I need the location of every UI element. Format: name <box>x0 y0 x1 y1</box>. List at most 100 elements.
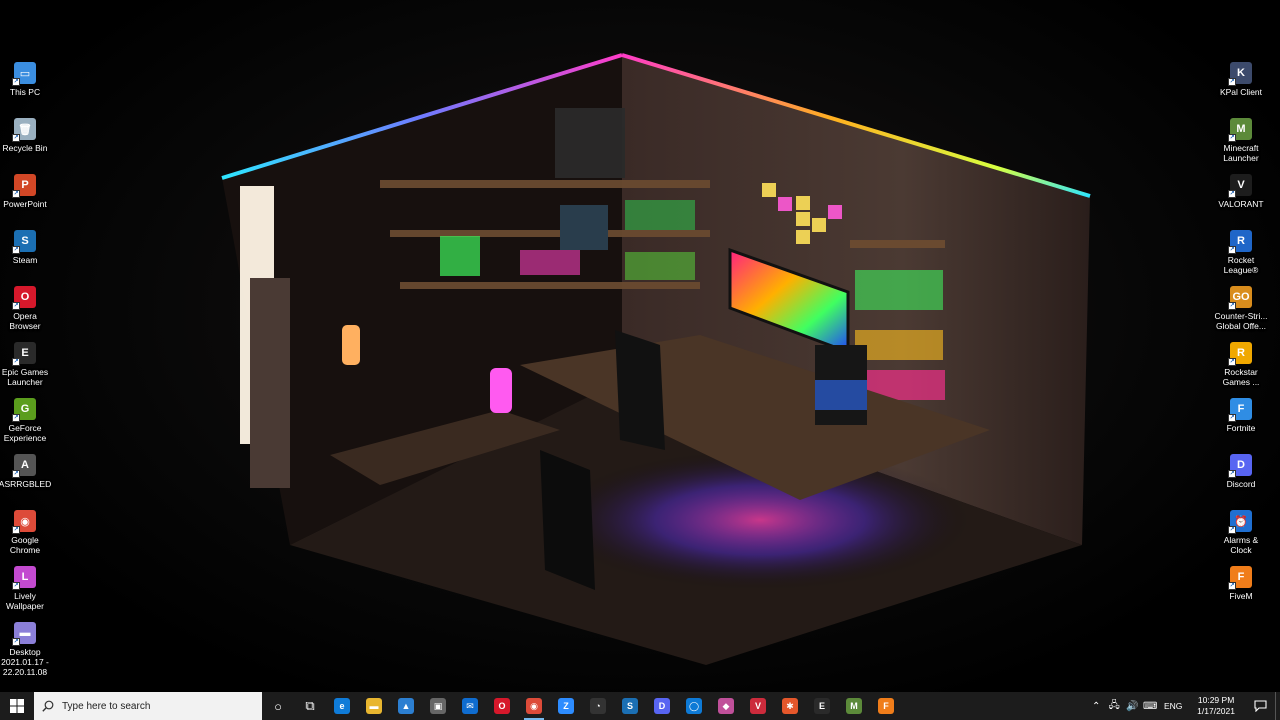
valorant-shortcut[interactable]: V ↗ VALORANT <box>1211 174 1271 209</box>
minecraft-taskbar-button[interactable]: M <box>838 692 870 720</box>
counter-strike-shortcut[interactable]: GO ↗ Counter-Stri... Global Offe... <box>1211 286 1271 331</box>
fivem-shortcut[interactable]: F ↗ FiveM <box>1211 566 1271 601</box>
asrrgbled-shortcut[interactable]: A ↗ ASRRGBLED <box>0 454 55 489</box>
system-tray: ⌃ 🖧 🔊 ⌨ ENG 10:29 PM 1/17/2021 <box>1087 692 1280 720</box>
taskbar-clock[interactable]: 10:29 PM 1/17/2021 <box>1197 695 1235 717</box>
show-desktop-button[interactable] <box>1275 692 1280 720</box>
shortcut-arrow-icon: ↗ <box>12 190 20 198</box>
taskbar: Type here to search ○ ⧉ e ▬ ▲ ▣ ✉ O ◉ Z ◔ S D ◯ ◆ V ✱ E M F… <box>0 692 1280 720</box>
fivem-taskbar-button[interactable]: F <box>870 692 902 720</box>
desktop-screenshot-shortcut[interactable]: ▬ ↗ Desktop 2021.01.17 - 22.20.11.08 <box>0 622 55 677</box>
photos-taskbar-button[interactable]: ▲ <box>390 692 422 720</box>
desktop-icon-label: Rocket League® <box>1223 255 1259 275</box>
chrome-taskbar-icon: ◉ <box>526 698 542 714</box>
desktop-icon-label: This PC <box>9 87 41 97</box>
shortcut-arrow-icon: ↗ <box>12 526 20 534</box>
minecraft-launcher-icon: M ↗ <box>1228 118 1252 142</box>
rocket-league-shortcut[interactable]: R ↗ Rocket League® <box>1211 230 1271 275</box>
minecraft-launcher-shortcut[interactable]: M ↗ Minecraft Launcher <box>1211 118 1271 163</box>
opera-taskbar-button[interactable]: O <box>486 692 518 720</box>
cortana-taskbar-icon: ○ <box>274 698 282 714</box>
discord-taskbar-icon: D <box>654 698 670 714</box>
shortcut-arrow-icon: ↗ <box>12 470 20 478</box>
volume-icon[interactable]: 🔊 <box>1123 692 1141 720</box>
zoom-taskbar-button[interactable]: Z <box>550 692 582 720</box>
geforce-experience-shortcut[interactable]: G ↗ GeForce Experience <box>0 398 55 443</box>
file-explorer-taskbar-button[interactable]: ▬ <box>358 692 390 720</box>
discord-shortcut[interactable]: D ↗ Discord <box>1211 454 1271 489</box>
alarms-clock-shortcut[interactable]: ⏰ ↗ Alarms & Clock <box>1211 510 1271 555</box>
alarms-clock-icon: ⏰ ↗ <box>1228 510 1252 534</box>
pinwheel-taskbar-button[interactable]: ✱ <box>774 692 806 720</box>
discord-icon: D ↗ <box>1228 454 1252 478</box>
desktop-icon-label: Alarms & Clock <box>1223 535 1259 555</box>
desktop-icon-label: FiveM <box>1229 591 1253 601</box>
steam-icon: S ↗ <box>12 230 36 254</box>
desktop-icon-label: Lively Wallpaper <box>6 591 44 611</box>
google-chrome-shortcut[interactable]: ◉ ↗ Google Chrome <box>0 510 55 555</box>
mail-taskbar-button[interactable]: ✉ <box>454 692 486 720</box>
desktop-icon-label: Minecraft Launcher <box>1223 143 1259 163</box>
desktop-icon-label: KPal Client <box>1219 87 1263 97</box>
desktop-icon-label: Rockstar Games ... <box>1222 367 1260 387</box>
rockstar-games-shortcut[interactable]: R ↗ Rockstar Games ... <box>1211 342 1271 387</box>
this-pc-icon: ▭ ↗ <box>12 62 36 86</box>
shortcut-arrow-icon: ↗ <box>1228 582 1236 590</box>
shortcut-arrow-icon: ↗ <box>1228 246 1236 254</box>
rocket-league-icon: R ↗ <box>1228 230 1252 254</box>
store-taskbar-icon: ▣ <box>430 698 446 714</box>
lively-wallpaper-shortcut[interactable]: L ↗ Lively Wallpaper <box>0 566 55 611</box>
kpal-client-shortcut[interactable]: K ↗ KPal Client <box>1211 62 1271 97</box>
shortcut-arrow-icon: ↗ <box>1228 134 1236 142</box>
steam-taskbar-button[interactable]: S <box>614 692 646 720</box>
windows-logo-icon <box>10 699 24 713</box>
powerpoint-shortcut[interactable]: P ↗ PowerPoint <box>0 174 55 209</box>
steam-shortcut[interactable]: S ↗ Steam <box>0 230 55 265</box>
desktop-icon-label: Google Chrome <box>9 535 41 555</box>
language-indicator[interactable]: ENG <box>1159 692 1187 720</box>
mail-taskbar-icon: ✉ <box>462 698 478 714</box>
epic-games-shortcut[interactable]: E ↗ Epic Games Launcher <box>0 342 55 387</box>
discord-taskbar-button[interactable]: D <box>646 692 678 720</box>
drop-taskbar-button[interactable]: ◆ <box>710 692 742 720</box>
edge-taskbar-button[interactable]: e <box>326 692 358 720</box>
shortcut-arrow-icon: ↗ <box>1228 526 1236 534</box>
valorant-taskbar-button[interactable]: V <box>742 692 774 720</box>
network-icon[interactable]: 🖧 <box>1105 692 1123 720</box>
chevron-up-icon[interactable]: ⌃ <box>1087 692 1105 720</box>
recycle-bin-shortcut[interactable]: 🗑 ↗ Recycle Bin <box>0 118 55 153</box>
epic-taskbar-button[interactable]: E <box>806 692 838 720</box>
task-view-taskbar-button[interactable]: ⧉ <box>294 692 326 720</box>
fivem-icon: F ↗ <box>1228 566 1252 590</box>
desktop-icon-label: ASRRGBLED <box>0 479 52 489</box>
desktop-icon-label: VALORANT <box>1218 199 1264 209</box>
taskbar-search-box[interactable]: Type here to search <box>34 692 262 720</box>
shortcut-arrow-icon: ↗ <box>1228 190 1236 198</box>
notification-icon <box>1253 700 1267 712</box>
desktop-icon-label: Epic Games Launcher <box>1 367 49 387</box>
cortana-taskbar-button[interactable]: ○ <box>262 692 294 720</box>
speedometer-taskbar-button[interactable]: ◔ <box>582 692 614 720</box>
speedometer-taskbar-icon: ◔ <box>590 698 606 714</box>
desktop-icon-label: Opera Browser <box>9 311 41 331</box>
shortcut-arrow-icon: ↗ <box>12 302 20 310</box>
fivem-taskbar-icon: F <box>878 698 894 714</box>
epic-taskbar-icon: E <box>814 698 830 714</box>
recycle-bin-icon: 🗑 ↗ <box>12 118 36 142</box>
zoom-taskbar-icon: Z <box>558 698 574 714</box>
clock-time: 10:29 PM <box>1197 695 1235 705</box>
opera-browser-icon: O ↗ <box>12 286 36 310</box>
pinwheel-taskbar-icon: ✱ <box>782 698 798 714</box>
epic-games-icon: E ↗ <box>12 342 36 366</box>
cortana-ring-taskbar-button[interactable]: ◯ <box>678 692 710 720</box>
this-pc-shortcut[interactable]: ▭ ↗ This PC <box>0 62 55 97</box>
notification-center-button[interactable] <box>1245 692 1275 720</box>
lively-wallpaper-icon: L ↗ <box>12 566 36 590</box>
file-explorer-taskbar-icon: ▬ <box>366 698 382 714</box>
fortnite-shortcut[interactable]: F ↗ Fortnite <box>1211 398 1271 433</box>
chrome-taskbar-button[interactable]: ◉ <box>518 692 550 720</box>
opera-browser-shortcut[interactable]: O ↗ Opera Browser <box>0 286 55 331</box>
keyboard-icon[interactable]: ⌨ <box>1141 692 1159 720</box>
start-button[interactable] <box>0 692 34 720</box>
store-taskbar-button[interactable]: ▣ <box>422 692 454 720</box>
